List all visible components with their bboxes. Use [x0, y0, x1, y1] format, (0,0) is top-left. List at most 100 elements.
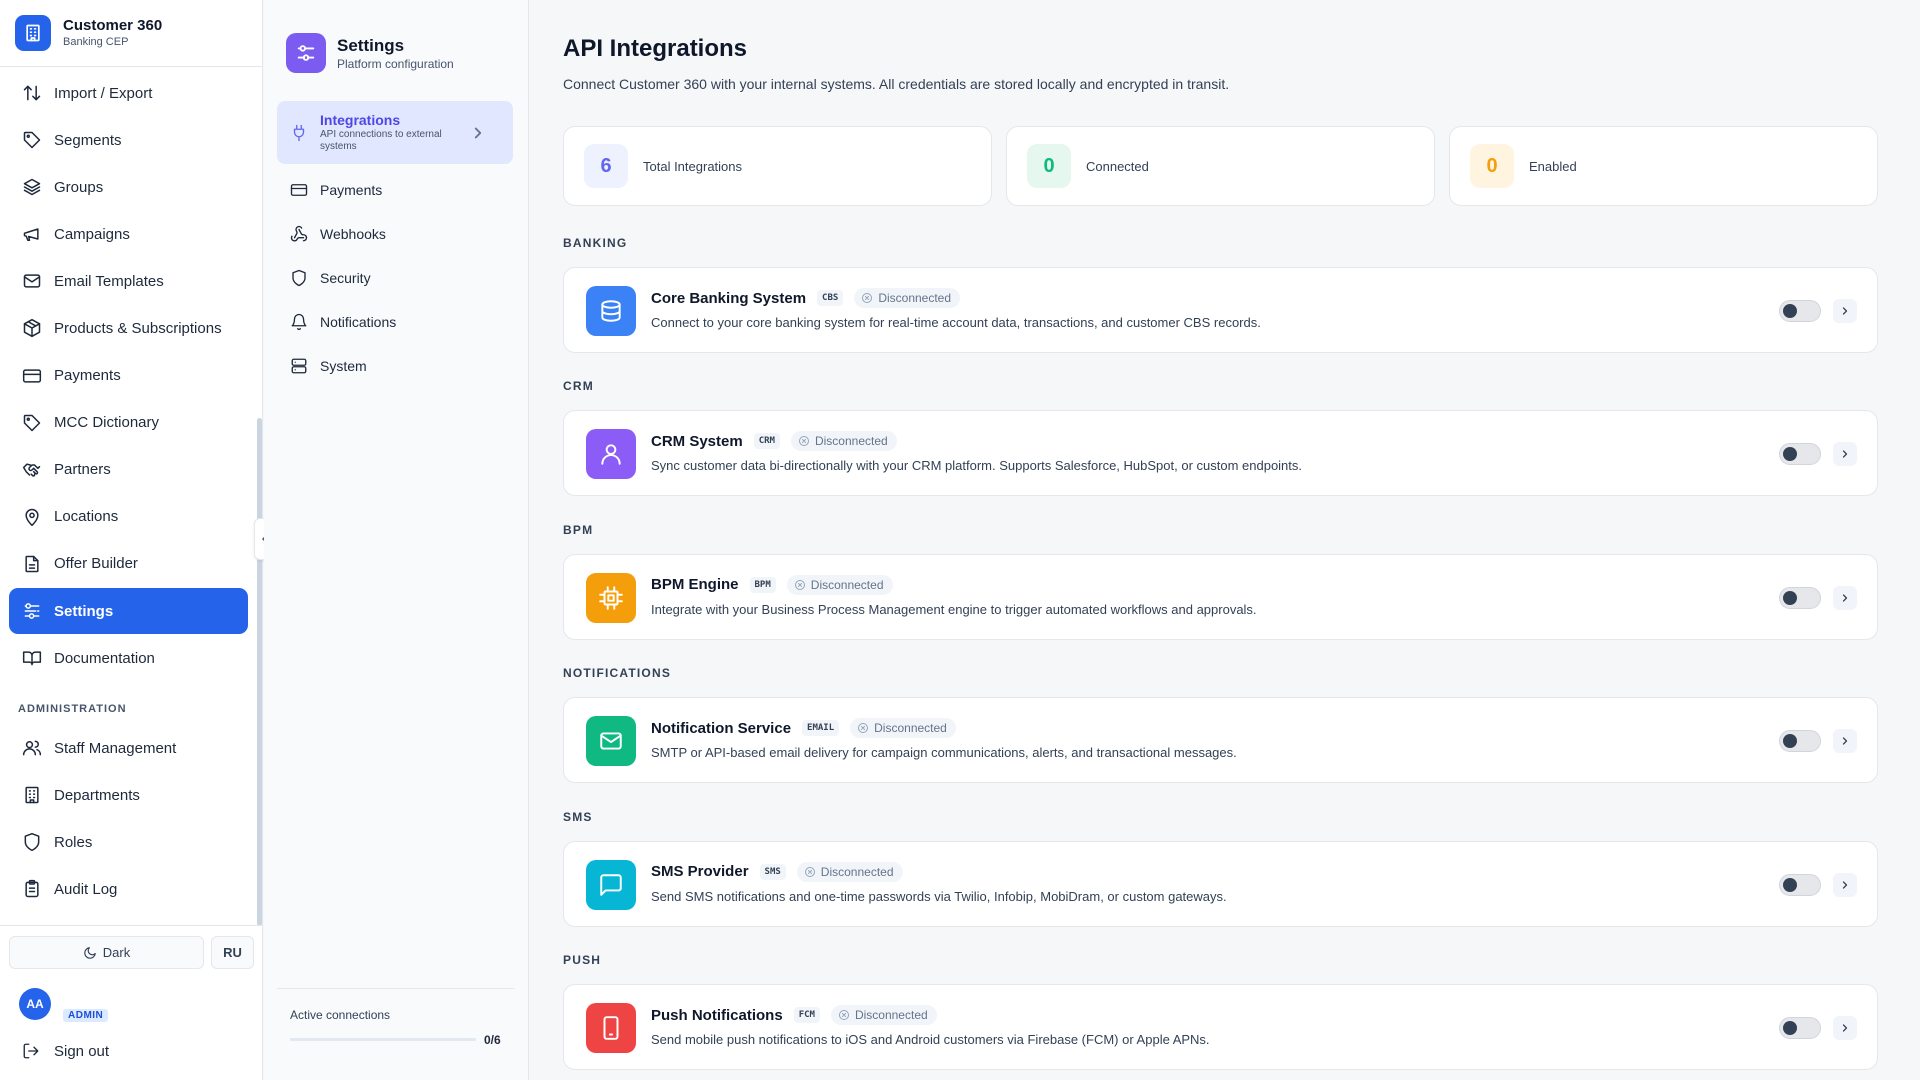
avatar[interactable]: AA [19, 988, 51, 1020]
enable-toggle[interactable] [1779, 873, 1821, 896]
expand-button[interactable] [1833, 299, 1857, 323]
sidebar-item-documentation[interactable]: Documentation [9, 635, 248, 681]
handshake-icon [22, 463, 41, 477]
toggle-knob [1783, 877, 1797, 892]
sidebar-item-import-export[interactable]: Import / Export [9, 70, 248, 116]
active-connections-progress [290, 1038, 476, 1041]
x-circle-icon [798, 436, 809, 447]
enable-toggle[interactable] [1779, 1017, 1821, 1039]
enable-toggle[interactable] [1779, 443, 1821, 466]
settings-subtitle: Platform configuration [337, 56, 454, 71]
sidebar-item-label: Roles [54, 833, 93, 851]
integration-description: SMTP or API-based email delivery for cam… [651, 745, 1237, 761]
status-text: Disconnected [814, 434, 888, 449]
expand-button[interactable] [1833, 1016, 1857, 1040]
integration-card-fcm[interactable]: Push Notifications FCM Disconnected Send… [563, 984, 1878, 1070]
theme-toggle-label: Dark [102, 945, 131, 960]
sidebar-item-products[interactable]: Products & Subscriptions [9, 305, 248, 351]
sidebar-item-departments[interactable]: Departments [9, 772, 248, 818]
sidebar-item-mcc-dictionary[interactable]: MCC Dictionary [9, 400, 248, 446]
integration-card-sms[interactable]: SMS Provider SMS Disconnected Send SMS n… [563, 840, 1878, 927]
tag-icon [23, 414, 41, 431]
integration-name: CRM System [651, 432, 743, 450]
settings-item-security[interactable]: Security [277, 256, 513, 300]
moon-icon [83, 946, 96, 959]
database-icon [586, 286, 636, 336]
integration-code-badge: EMAIL [802, 720, 840, 737]
settings-item-notifications[interactable]: Notifications [277, 300, 513, 344]
expand-button[interactable] [1833, 442, 1857, 467]
sidebar-item-label: Documentation [54, 649, 155, 667]
sidebar-item-locations[interactable]: Locations [9, 494, 248, 540]
sidebar-item-roles[interactable]: Roles [9, 819, 248, 865]
chevron-right-icon [474, 127, 482, 139]
integration-description: Connect to your core banking system for … [651, 315, 1261, 330]
sidebar-item-offer-builder[interactable]: Offer Builder [9, 541, 248, 587]
settings-item-label: System [320, 358, 367, 374]
bell-icon [291, 313, 307, 331]
page-title: API Integrations [563, 35, 748, 62]
integration-description: Send mobile push notifications to iOS an… [651, 1032, 1210, 1047]
x-circle-icon [838, 1010, 849, 1020]
package-icon [23, 319, 41, 338]
integration-description: Integrate with your Business Process Man… [651, 601, 1257, 617]
theme-toggle-button[interactable]: Dark [9, 936, 204, 969]
chevron-right-icon [1842, 1024, 1848, 1032]
toggle-knob [1783, 590, 1797, 605]
integration-card-crm[interactable]: CRM System CRM Disconnected Sync custome… [563, 410, 1878, 497]
sidebar-item-groups[interactable]: Groups [9, 164, 248, 210]
stat-value: 0 [1470, 144, 1514, 188]
integration-card-email[interactable]: Notification Service EMAIL Disconnected … [563, 697, 1878, 784]
building-icon [25, 786, 39, 804]
sidebar-item-campaigns[interactable]: Campaigns [9, 211, 248, 257]
sidebar-item-audit-log[interactable]: Audit Log [9, 866, 248, 912]
sidebar-item-email-templates[interactable]: Email Templates [9, 258, 248, 304]
settings-item-label: Webhooks [320, 226, 386, 242]
settings-title: Settings [337, 35, 405, 55]
section-label: BANKING [563, 236, 628, 250]
expand-button[interactable] [1833, 729, 1857, 754]
settings-item-webhooks[interactable]: Webhooks [277, 212, 513, 256]
expand-button[interactable] [1833, 872, 1857, 897]
settings-item-label: Notifications [320, 314, 397, 330]
enable-toggle[interactable] [1779, 730, 1821, 753]
settings-item-label: Security [320, 270, 371, 286]
settings-header: Settings Platform configuration [286, 33, 454, 73]
sidebar-item-staff-management[interactable]: Staff Management [9, 725, 248, 771]
sign-out-button[interactable]: Sign out [22, 1042, 109, 1060]
sidebar-item-settings[interactable]: Settings [9, 588, 248, 635]
sidebar-item-partners[interactable]: Partners [9, 447, 248, 493]
integration-code-badge: BPM [749, 576, 776, 593]
sidebar-item-label: Staff Management [54, 739, 177, 757]
sidebar-item-payments[interactable]: Payments [9, 353, 248, 399]
server-icon [291, 358, 307, 374]
megaphone-icon [23, 228, 39, 242]
settings-item-payments[interactable]: Payments [277, 168, 513, 212]
status-text: Disconnected [874, 721, 947, 736]
status-text: Disconnected [820, 864, 894, 879]
sidebar-item-label: Settings [54, 602, 114, 620]
tag-icon [23, 131, 41, 149]
x-circle-icon [862, 293, 873, 303]
brand[interactable]: Customer 360 Banking CEP [15, 15, 162, 51]
settings-item-system[interactable]: System [277, 344, 513, 388]
integration-card-cbs[interactable]: Core Banking System CBS Disconnected Con… [563, 267, 1878, 353]
integration-description: Send SMS notifications and one-time pass… [651, 888, 1227, 904]
section-label: NOTIFICATIONS [563, 666, 672, 681]
active-connections-value: 0/6 [484, 1033, 501, 1047]
sidebar-item-segments[interactable]: Segments [9, 117, 248, 163]
language-button[interactable]: RU [211, 936, 254, 969]
status-text: Disconnected [854, 1008, 928, 1022]
enable-toggle[interactable] [1779, 586, 1821, 609]
settings-nav: Integrations API connections to external… [277, 101, 513, 388]
app-subtitle: Banking CEP [63, 36, 129, 48]
enable-toggle[interactable] [1779, 300, 1821, 322]
integration-card-bpm[interactable]: BPM Engine BPM Disconnected Integrate wi… [563, 553, 1878, 640]
active-connections-label: Active connections [290, 1008, 391, 1022]
settings-panel: Settings Platform configuration Integrat… [264, 0, 529, 1080]
sidebar-item-label: Products & Subscriptions [54, 319, 222, 337]
settings-item-integrations[interactable]: Integrations API connections to external… [277, 101, 513, 164]
expand-button[interactable] [1833, 585, 1857, 610]
mail-icon [23, 274, 41, 288]
sidebar-scrollbar[interactable] [257, 418, 262, 926]
